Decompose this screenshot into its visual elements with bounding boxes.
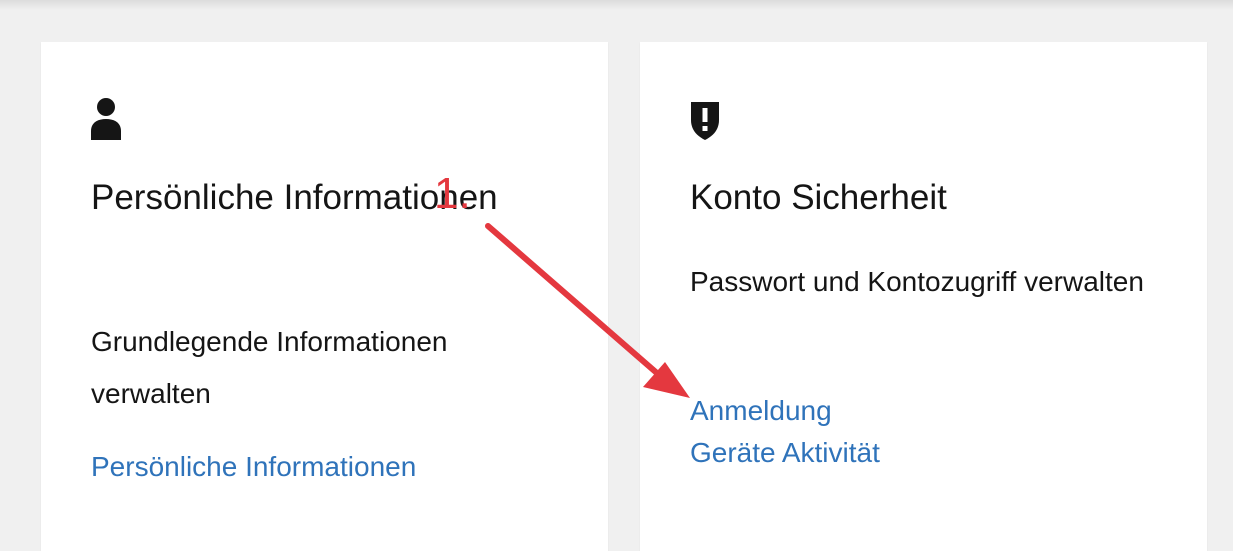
card-title: Konto Sicherheit [690,178,947,217]
card-description: Passwort und Kontozugriff verwalten [690,266,1144,297]
personal-info-link[interactable]: Persönliche Informationen [91,451,416,482]
account-security-card: Konto Sicherheit Passwort und Kontozugri… [640,42,1207,551]
signin-link[interactable]: Anmeldung [690,395,832,426]
link-item: Geräte Aktivität [690,432,880,474]
personal-info-card: Persönliche Informationen Grundlegende I… [41,42,608,551]
annotation-label: 1. [434,169,471,218]
card-links: Anmeldung Geräte Aktivität [690,390,880,474]
link-item: Anmeldung [690,390,880,432]
card-description: Grundlegende Informationen verwalten [91,326,448,409]
top-shadow [0,0,1233,10]
user-icon [91,98,121,140]
link-item: Persönliche Informationen [91,446,416,488]
card-links: Persönliche Informationen [91,446,416,488]
shield-exclamation-icon [691,102,719,140]
device-activity-link[interactable]: Geräte Aktivität [690,437,880,468]
